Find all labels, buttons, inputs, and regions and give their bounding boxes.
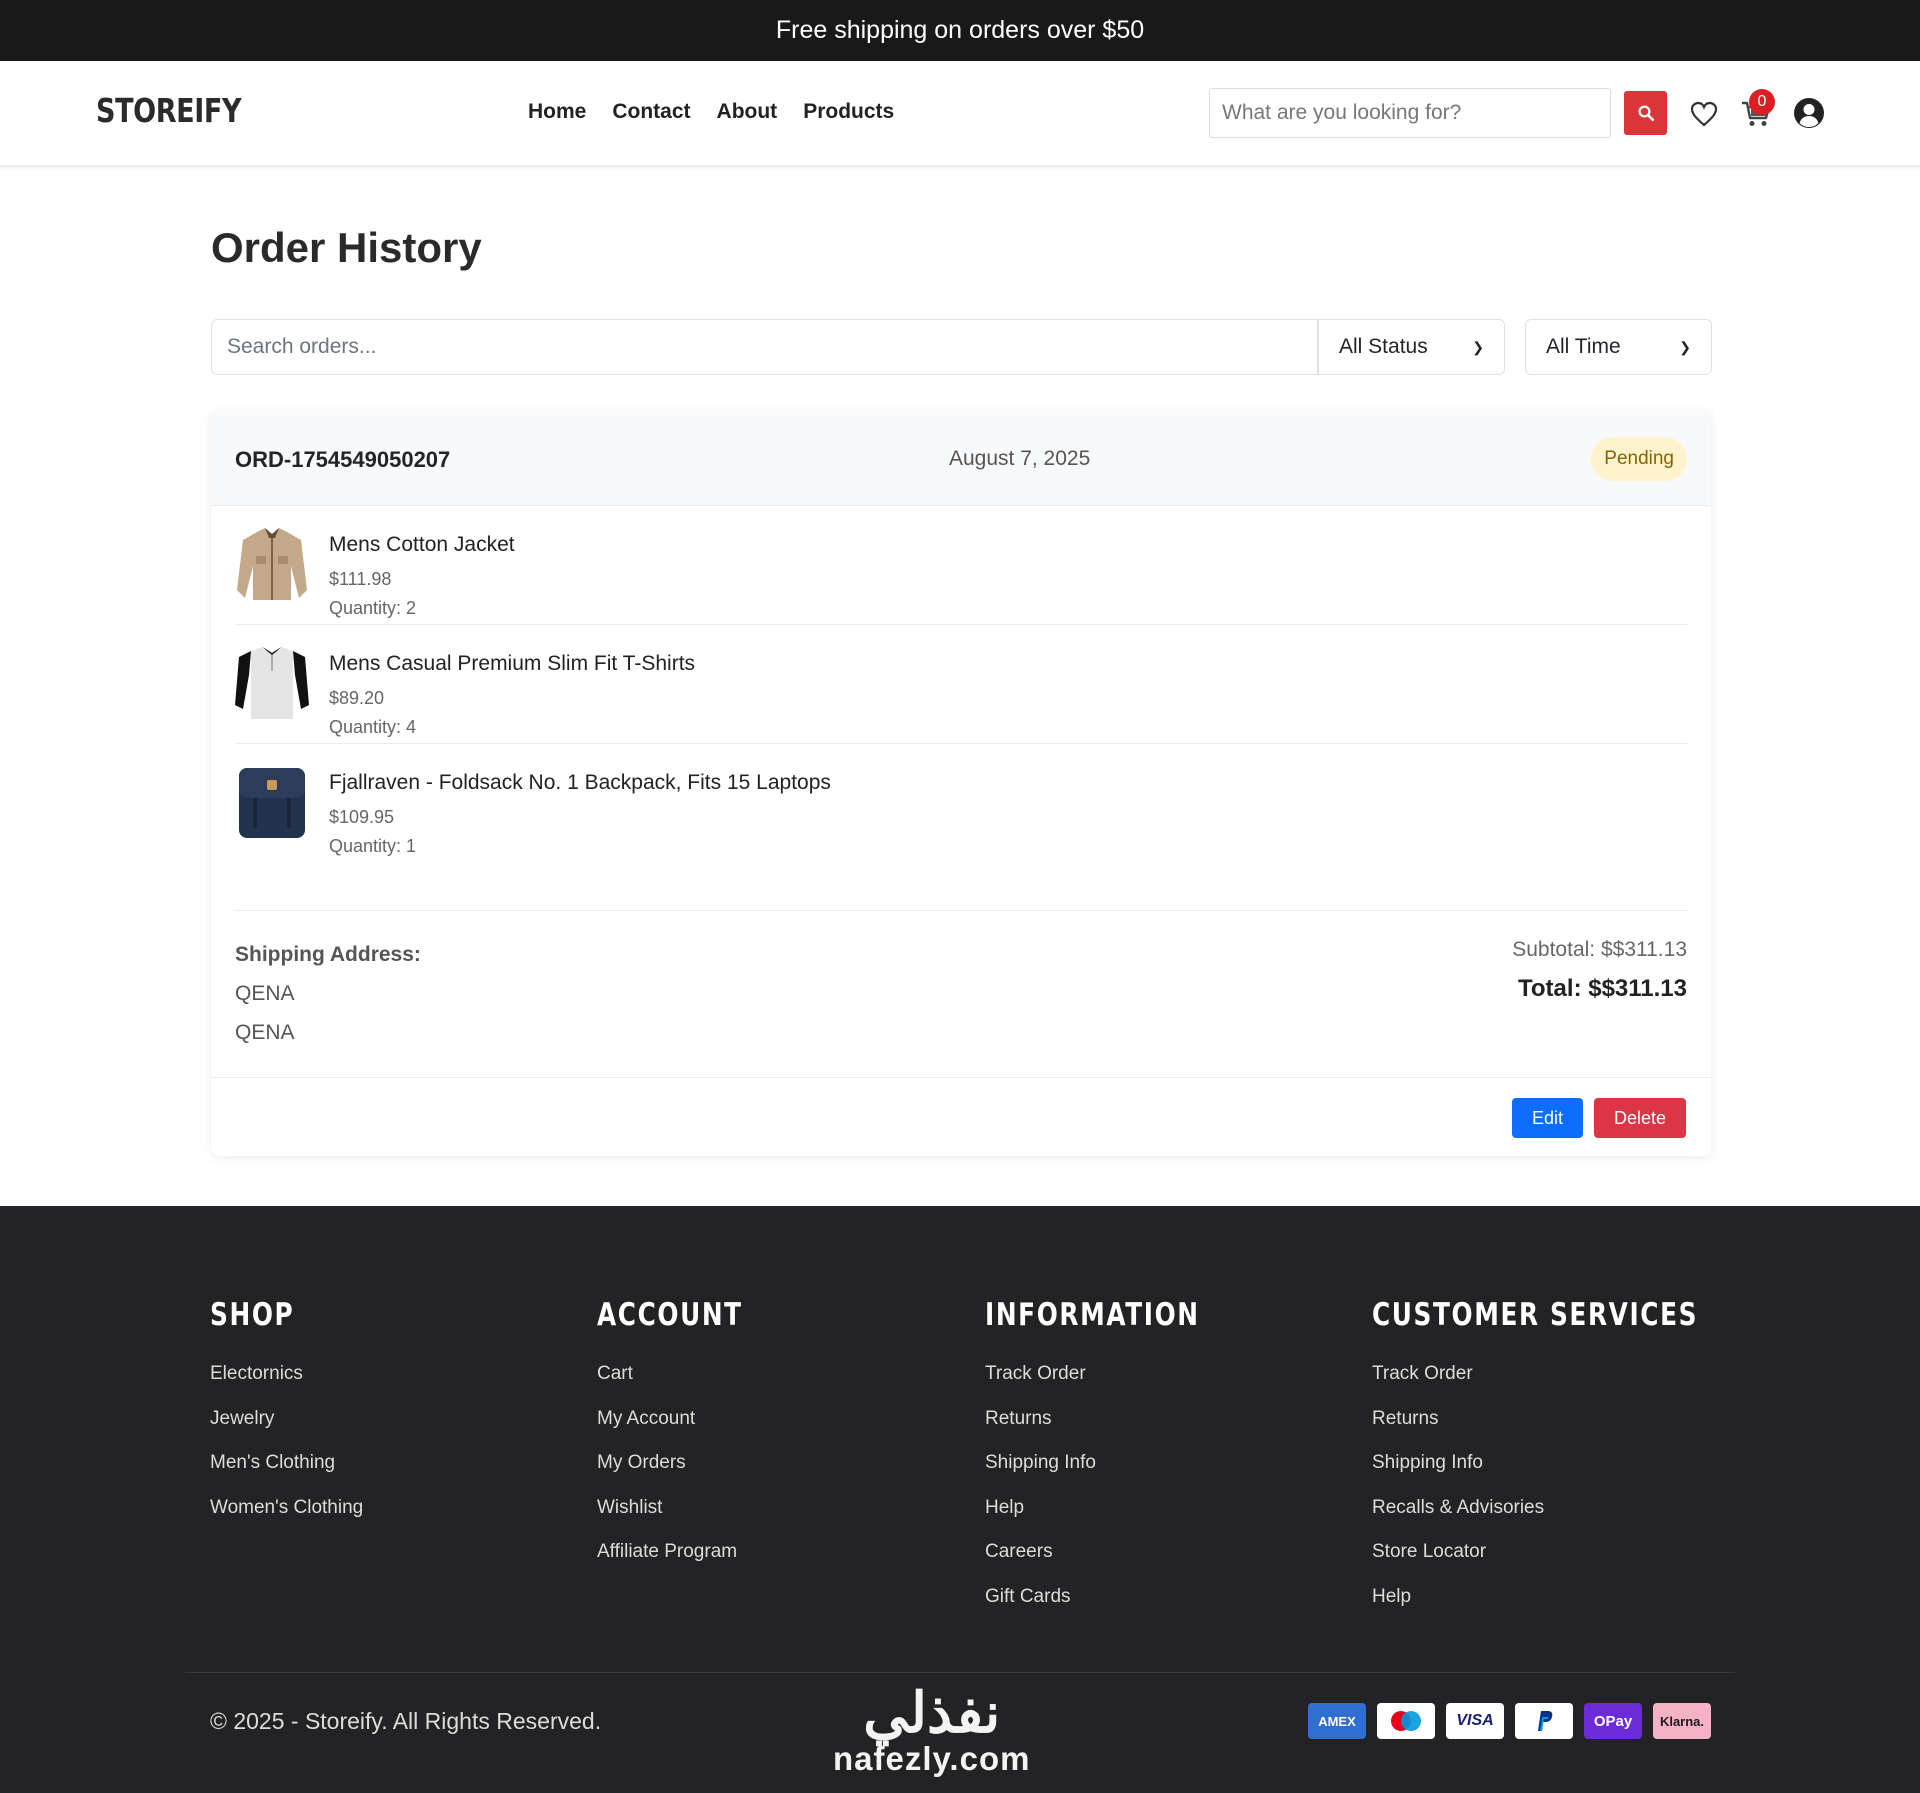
item-price: $89.20: [329, 688, 385, 708]
footer-link[interactable]: Track Order: [985, 1363, 1253, 1408]
cart-count-badge: 0: [1749, 89, 1775, 115]
order-item: Fjallraven - Foldsack No. 1 Backpack, Fi…: [235, 744, 1687, 863]
nav-about[interactable]: About: [717, 100, 778, 124]
search-icon: [1638, 105, 1654, 122]
footer-link[interactable]: Shipping Info: [1372, 1452, 1780, 1497]
footer-link[interactable]: Shipping Info: [985, 1452, 1253, 1497]
footer-column-title: CUSTOMER SERVICES: [1372, 1297, 1699, 1333]
footer-link[interactable]: Recalls & Advisories: [1372, 1497, 1780, 1542]
paypal-icon: [1515, 1703, 1573, 1739]
item-price: $109.95: [329, 807, 395, 827]
order-item: Mens Casual Premium Slim Fit T-Shirts $8…: [235, 625, 1687, 744]
footer-link[interactable]: Help: [1372, 1586, 1780, 1631]
amex-icon: AMEX: [1308, 1703, 1366, 1739]
footer-link[interactable]: Electornics: [210, 1363, 363, 1408]
watermark-arabic: نفذلي: [863, 1681, 1002, 1744]
order-card: ORD-1754549050207 August 7, 2025 Pending…: [211, 410, 1711, 1156]
tshirt-image: [235, 645, 309, 721]
time-filter-select[interactable]: All Time ❯: [1525, 319, 1712, 375]
delete-order-button[interactable]: Delete: [1594, 1098, 1687, 1138]
order-header: ORD-1754549050207 August 7, 2025 Pending: [211, 410, 1711, 506]
site-header: STOREIFY Home Contact About Products: [0, 61, 1920, 167]
chevron-down-icon: ❯: [1679, 338, 1691, 355]
footer-link[interactable]: Cart: [597, 1363, 779, 1408]
item-quantity: Quantity: 2: [329, 598, 417, 618]
footer-link[interactable]: Track Order: [1372, 1363, 1780, 1408]
shipping-address-line: QENA: [235, 982, 295, 1005]
item-name[interactable]: Mens Casual Premium Slim Fit T-Shirts: [329, 652, 695, 676]
footer-link[interactable]: Returns: [1372, 1408, 1780, 1453]
visa-icon: VISA: [1446, 1703, 1504, 1739]
item-price: $111.98: [329, 569, 392, 589]
order-item: Mens Cotton Jacket $111.98 Quantity: 2: [235, 506, 1687, 625]
footer-link[interactable]: Women's Clothing: [210, 1497, 363, 1542]
order-subtotal: Subtotal: $$311.13: [1512, 938, 1687, 961]
search-button[interactable]: [1624, 91, 1667, 135]
shipping-address-title: Shipping Address:: [235, 943, 421, 966]
footer-column-customer-services: CUSTOMER SERVICES Track Order Returns Sh…: [1372, 1297, 1780, 1631]
site-footer: SHOP Electornics Jewelry Men's Clothing …: [0, 1206, 1920, 1793]
shipping-address-line: QENA: [235, 1021, 295, 1044]
order-date: August 7, 2025: [949, 447, 1091, 470]
jacket-image: [235, 526, 309, 602]
edit-order-button[interactable]: Edit: [1512, 1098, 1584, 1138]
footer-link[interactable]: Jewelry: [210, 1408, 363, 1453]
order-actions: Edit Delete: [211, 1077, 1711, 1156]
footer-column-account: ACCOUNT Cart My Account My Orders Wishli…: [597, 1297, 779, 1586]
nav-home[interactable]: Home: [528, 100, 586, 124]
footer-column-title: ACCOUNT: [597, 1297, 743, 1333]
footer-divider: [185, 1672, 1735, 1673]
orders-search-input[interactable]: [211, 319, 1318, 375]
item-quantity: Quantity: 1: [329, 836, 417, 856]
time-filter-value: All Time: [1546, 335, 1621, 358]
status-badge: Pending: [1591, 437, 1687, 481]
nav-contact[interactable]: Contact: [612, 100, 690, 124]
announcement-text: Free shipping on orders over $50: [775, 16, 1145, 44]
klarna-icon: Klarna.: [1653, 1703, 1711, 1739]
item-quantity: Quantity: 4: [329, 717, 417, 737]
main-nav: Home Contact About Products: [528, 100, 894, 124]
header-search: [1209, 88, 1667, 138]
payment-methods: AMEX VISA OPay Klarna.: [1308, 1703, 1711, 1739]
order-filters: All Status ❯ All Time ❯: [211, 319, 1712, 375]
item-name[interactable]: Fjallraven - Foldsack No. 1 Backpack, Fi…: [329, 771, 831, 795]
order-id: ORD-1754549050207: [235, 447, 451, 472]
footer-link[interactable]: Returns: [985, 1408, 1253, 1453]
footer-link[interactable]: Help: [985, 1497, 1253, 1542]
status-filter-select[interactable]: All Status ❯: [1318, 319, 1505, 375]
footer-link[interactable]: Men's Clothing: [210, 1452, 363, 1497]
watermark: نفذلي nafezly.com: [833, 1680, 1030, 1778]
chevron-down-icon: ❯: [1472, 338, 1484, 355]
maestro-icon: [1377, 1703, 1435, 1739]
footer-link[interactable]: Wishlist: [597, 1497, 779, 1542]
opay-icon: OPay: [1584, 1703, 1642, 1739]
footer-column-information: INFORMATION Track Order Returns Shipping…: [985, 1297, 1253, 1631]
footer-link[interactable]: My Orders: [597, 1452, 779, 1497]
page-title: Order History: [211, 224, 482, 271]
status-filter-value: All Status: [1339, 335, 1428, 358]
order-summary: Shipping Address: QENA QENA Subtotal: $$…: [235, 910, 1687, 1077]
copyright-text: © 2025 - Storeify. All Rights Reserved.: [210, 1708, 602, 1734]
footer-column-title: INFORMATION: [985, 1297, 1200, 1333]
footer-link[interactable]: Store Locator: [1372, 1541, 1780, 1586]
footer-link[interactable]: Affiliate Program: [597, 1541, 779, 1586]
user-account-icon[interactable]: [1793, 97, 1825, 129]
footer-link[interactable]: Gift Cards: [985, 1586, 1253, 1631]
footer-link[interactable]: Careers: [985, 1541, 1253, 1586]
footer-column-title: SHOP: [210, 1297, 295, 1333]
order-total: Total: $$311.13: [1518, 975, 1687, 1002]
footer-link[interactable]: My Account: [597, 1408, 779, 1453]
wishlist-heart-icon[interactable]: [1690, 101, 1718, 127]
brand-logo[interactable]: STOREIFY: [96, 91, 242, 130]
backpack-image: [235, 764, 309, 840]
item-name[interactable]: Mens Cotton Jacket: [329, 533, 515, 557]
search-input[interactable]: [1209, 88, 1611, 138]
watermark-url: nafezly.com: [833, 1740, 1031, 1777]
announcement-bar: Free shipping on orders over $50: [0, 0, 1920, 61]
footer-column-shop: SHOP Electornics Jewelry Men's Clothing …: [210, 1297, 363, 1541]
nav-products[interactable]: Products: [803, 100, 894, 124]
